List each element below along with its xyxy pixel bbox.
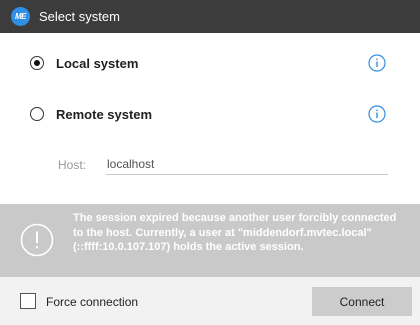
app-logo-icon: ME <box>11 7 30 26</box>
force-connection-label[interactable]: Force connection <box>46 295 138 309</box>
radio-selected-dot <box>33 59 40 66</box>
window-title: Select system <box>39 9 120 24</box>
remote-system-option[interactable]: Remote system <box>0 100 420 130</box>
connect-button[interactable]: Connect <box>312 287 412 316</box>
info-icon[interactable] <box>368 105 386 123</box>
local-system-label[interactable]: Local system <box>56 56 138 71</box>
remote-system-radio[interactable] <box>30 107 44 121</box>
local-system-option[interactable]: Local system <box>0 49 420 79</box>
info-icon[interactable] <box>368 54 386 72</box>
title-bar: ME Select system <box>0 0 420 33</box>
warning-circle-icon <box>20 223 54 257</box>
alert-message: The session expired because another user… <box>73 212 397 253</box>
dialog-footer: Force connection Connect <box>0 277 420 325</box>
host-input[interactable] <box>106 153 388 175</box>
session-alert: The session expired because another user… <box>0 204 420 277</box>
force-connection-checkbox[interactable] <box>20 293 36 309</box>
remote-system-label[interactable]: Remote system <box>56 107 152 122</box>
host-label: Host: <box>58 158 87 172</box>
local-system-radio[interactable] <box>30 56 44 70</box>
